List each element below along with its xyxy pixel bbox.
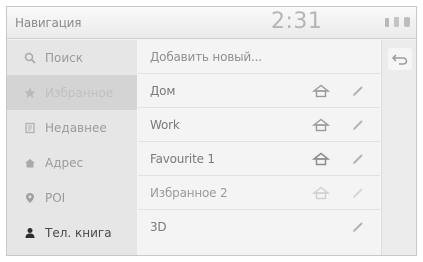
edit-icon[interactable] [347, 81, 369, 101]
status-icons [385, 17, 410, 27]
list-item[interactable]: Дом [138, 74, 380, 108]
address-icon [23, 156, 37, 170]
search-icon [23, 51, 37, 65]
header-bar: Навигация 2:31 [7, 7, 416, 39]
list-item-label: Дом [150, 84, 176, 98]
edit-icon[interactable] [347, 183, 369, 203]
nav-screen: Навигация 2:31 Поиск Избранное Недавнее … [0, 0, 423, 262]
bluetooth-icon [394, 17, 399, 27]
sidebar-item-poi[interactable]: POI [7, 180, 137, 215]
edit-icon[interactable] [347, 217, 369, 237]
list-item-label: Избранное 2 [150, 186, 228, 200]
set-home-icon[interactable] [310, 149, 332, 169]
person-icon [23, 226, 37, 240]
list-item[interactable]: Work [138, 108, 380, 142]
sidebar-item-recent[interactable]: Недавнее [7, 110, 137, 145]
list-item[interactable]: 3D [138, 210, 380, 244]
sidebar: Поиск Избранное Недавнее Адрес POI Тел. … [7, 40, 137, 255]
sidebar-item-label: Адрес [45, 155, 84, 170]
screen-frame: Навигация 2:31 Поиск Избранное Недавнее … [6, 6, 417, 256]
back-arrow-icon [391, 50, 408, 69]
favorites-list: Добавить новый... Дом Work Favourite 1 И… [138, 40, 380, 255]
star-icon [23, 86, 37, 100]
edit-icon[interactable] [347, 149, 369, 169]
set-home-icon[interactable] [310, 183, 332, 203]
list-item[interactable]: Favourite 1 [138, 142, 380, 176]
poi-icon [23, 191, 37, 205]
edit-icon[interactable] [347, 115, 369, 135]
add-new-button[interactable]: Добавить новый... [138, 40, 380, 74]
right-rail [381, 40, 416, 255]
set-home-icon[interactable] [310, 81, 332, 101]
back-button[interactable] [388, 48, 412, 70]
list-item-label: 3D [150, 220, 167, 234]
add-new-label: Добавить новый... [150, 50, 262, 64]
sidebar-item-address[interactable]: Адрес [7, 145, 137, 180]
sidebar-item-phonebook[interactable]: Тел. книга [7, 215, 137, 250]
phone-icon [404, 17, 410, 27]
sidebar-item-label: Тел. книга [45, 225, 112, 240]
clock: 2:31 [271, 9, 323, 34]
set-home-icon[interactable] [310, 115, 332, 135]
sidebar-item-search[interactable]: Поиск [7, 40, 137, 75]
list-item-label: Work [150, 118, 180, 132]
recent-icon [23, 121, 37, 135]
signal-icon [385, 17, 389, 27]
sidebar-item-label: Недавнее [45, 120, 107, 135]
sidebar-item-label: Избранное [45, 85, 114, 100]
screen-title: Навигация [15, 16, 82, 30]
list-item[interactable]: Избранное 2 [138, 176, 380, 210]
sidebar-item-label: POI [45, 190, 66, 205]
sidebar-item-favorites[interactable]: Избранное [7, 75, 137, 110]
sidebar-item-label: Поиск [45, 50, 84, 65]
list-item-label: Favourite 1 [150, 152, 215, 166]
